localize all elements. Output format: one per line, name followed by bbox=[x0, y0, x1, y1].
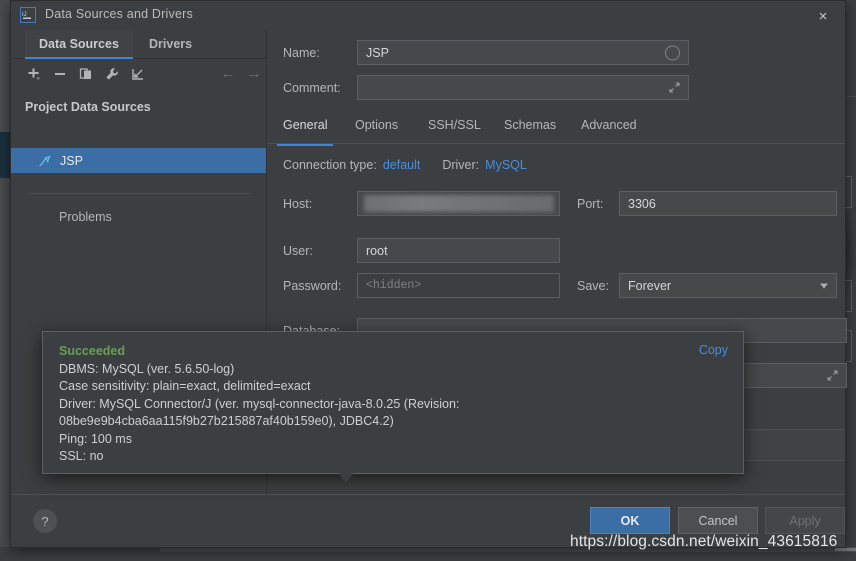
host-redacted-overlay bbox=[364, 195, 554, 212]
tab-drivers-label: Drivers bbox=[149, 37, 193, 51]
expand-icon[interactable] bbox=[827, 369, 839, 382]
user-input[interactable]: root bbox=[357, 238, 560, 263]
host-label: Host: bbox=[283, 196, 313, 211]
port-label: Port: bbox=[577, 196, 604, 211]
dialog-title-bar: IJ Data Sources and Drivers × bbox=[11, 1, 845, 30]
mysql-dolphin-icon bbox=[37, 153, 52, 168]
tab-advanced-label: Advanced bbox=[581, 118, 637, 132]
driver-value[interactable]: MySQL bbox=[485, 158, 527, 172]
save-dropdown[interactable]: Forever bbox=[619, 273, 837, 298]
tooltip-line: 08be9e9b4cba6aa115f9b27b215887af40b159e0… bbox=[59, 414, 394, 428]
comment-label: Comment: bbox=[283, 80, 341, 95]
add-icon[interactable] bbox=[25, 65, 43, 83]
tab-drivers[interactable]: Drivers bbox=[135, 30, 206, 58]
user-label: User: bbox=[283, 243, 313, 258]
tab-general[interactable]: General bbox=[276, 118, 335, 146]
chevron-down-icon bbox=[820, 283, 828, 288]
background-status-bar-indicator bbox=[835, 548, 856, 551]
tab-data-sources-label: Data Sources bbox=[39, 37, 119, 51]
back-arrow-icon[interactable]: ← bbox=[219, 66, 237, 82]
status-circle-icon bbox=[665, 45, 680, 60]
tooltip-line: Ping: 100 ms bbox=[59, 431, 132, 446]
connection-result-tooltip: Copy Succeeded DBMS: MySQL (ver. 5.6.50-… bbox=[42, 331, 744, 474]
connection-type-label: Connection type: bbox=[283, 158, 377, 172]
import-icon[interactable] bbox=[129, 65, 147, 83]
help-icon[interactable]: ? bbox=[33, 509, 57, 533]
save-label: Save: bbox=[577, 278, 609, 293]
driver-label: Driver: bbox=[442, 158, 480, 172]
wrench-icon[interactable] bbox=[103, 65, 121, 83]
detail-tabs-underline bbox=[267, 143, 845, 144]
svg-text:IJ: IJ bbox=[22, 12, 27, 18]
tab-options[interactable]: Options bbox=[355, 118, 398, 144]
password-row: Password: <hidden> bbox=[283, 273, 560, 298]
user-row: User: root bbox=[283, 238, 560, 263]
save-row: Save: Forever bbox=[577, 273, 837, 298]
tab-options-label: Options bbox=[355, 118, 399, 132]
data-source-item-label: JSP bbox=[60, 153, 83, 168]
name-input-value: JSP bbox=[366, 45, 389, 60]
tooltip-line: SSL: no bbox=[59, 449, 104, 463]
data-source-item-jsp[interactable]: JSP bbox=[11, 148, 266, 173]
comment-input[interactable] bbox=[357, 75, 689, 100]
close-icon[interactable]: × bbox=[813, 6, 833, 26]
watermark-url: https://blog.csdn.net/weixin_43615816 bbox=[570, 533, 838, 550]
tab-data-sources[interactable]: Data Sources bbox=[25, 30, 133, 59]
tooltip-line: DBMS: MySQL (ver. 5.6.50-log) bbox=[59, 361, 235, 376]
tooltip-line: Case sensitivity: plain=exact, delimited… bbox=[59, 379, 311, 393]
intellij-idea-icon: IJ bbox=[20, 7, 36, 23]
password-placeholder: <hidden> bbox=[366, 279, 422, 292]
password-input[interactable]: <hidden> bbox=[357, 273, 560, 298]
expand-icon[interactable] bbox=[669, 81, 681, 94]
tooltip-line: Driver: MySQL Connector/J (ver. mysql-co… bbox=[59, 396, 460, 411]
remove-icon[interactable] bbox=[51, 65, 69, 83]
user-input-value: root bbox=[366, 243, 388, 258]
tooltip-arrow bbox=[337, 471, 355, 481]
tab-advanced[interactable]: Advanced bbox=[581, 118, 637, 144]
name-input[interactable]: JSP bbox=[357, 40, 689, 65]
connection-type-row: Connection type: default Driver: MySQL bbox=[283, 158, 527, 172]
connection-type-value[interactable]: default bbox=[383, 158, 421, 172]
tab-ssh-ssl-label: SSH/SSL bbox=[428, 118, 481, 132]
host-row: Host: bbox=[283, 191, 560, 216]
forward-arrow-icon[interactable]: → bbox=[245, 66, 263, 82]
port-input-value: 3306 bbox=[628, 196, 656, 211]
duplicate-icon[interactable] bbox=[77, 65, 95, 83]
background-left-gutter bbox=[0, 0, 10, 561]
dialog-title: Data Sources and Drivers bbox=[45, 7, 193, 21]
name-row: Name: JSP bbox=[283, 40, 689, 65]
cancel-button[interactable]: Cancel bbox=[678, 507, 758, 534]
password-label: Password: bbox=[283, 278, 342, 293]
detail-tabs: General Options SSH/SSL Schemas Advanced bbox=[276, 118, 845, 146]
tooltip-status: Succeeded bbox=[59, 344, 126, 358]
comment-row: Comment: bbox=[283, 75, 689, 100]
host-input[interactable] bbox=[357, 191, 560, 216]
background-left-marker bbox=[0, 132, 10, 178]
tab-general-label: General bbox=[283, 118, 328, 132]
project-data-sources-heading: Project Data Sources bbox=[25, 100, 151, 114]
port-row: Port: 3306 bbox=[577, 191, 837, 216]
tab-schemas-label: Schemas bbox=[504, 118, 557, 132]
name-label: Name: bbox=[283, 45, 320, 60]
apply-button: Apply bbox=[765, 507, 845, 534]
tab-ssh-ssl[interactable]: SSH/SSL bbox=[428, 118, 481, 144]
tab-schemas[interactable]: Schemas bbox=[504, 118, 556, 144]
tooltip-body: Succeeded DBMS: MySQL (ver. 5.6.50-log) … bbox=[59, 343, 459, 466]
left-panel-tabs: Data Sources Drivers bbox=[11, 30, 266, 59]
ok-button[interactable]: OK bbox=[590, 507, 670, 534]
copy-link[interactable]: Copy bbox=[699, 343, 728, 357]
problems-item[interactable]: Problems bbox=[59, 210, 112, 224]
left-panel-toolbar: ← → bbox=[11, 59, 266, 89]
port-input[interactable]: 3306 bbox=[619, 191, 837, 216]
save-dropdown-value: Forever bbox=[628, 278, 672, 293]
left-panel-divider bbox=[28, 193, 250, 194]
